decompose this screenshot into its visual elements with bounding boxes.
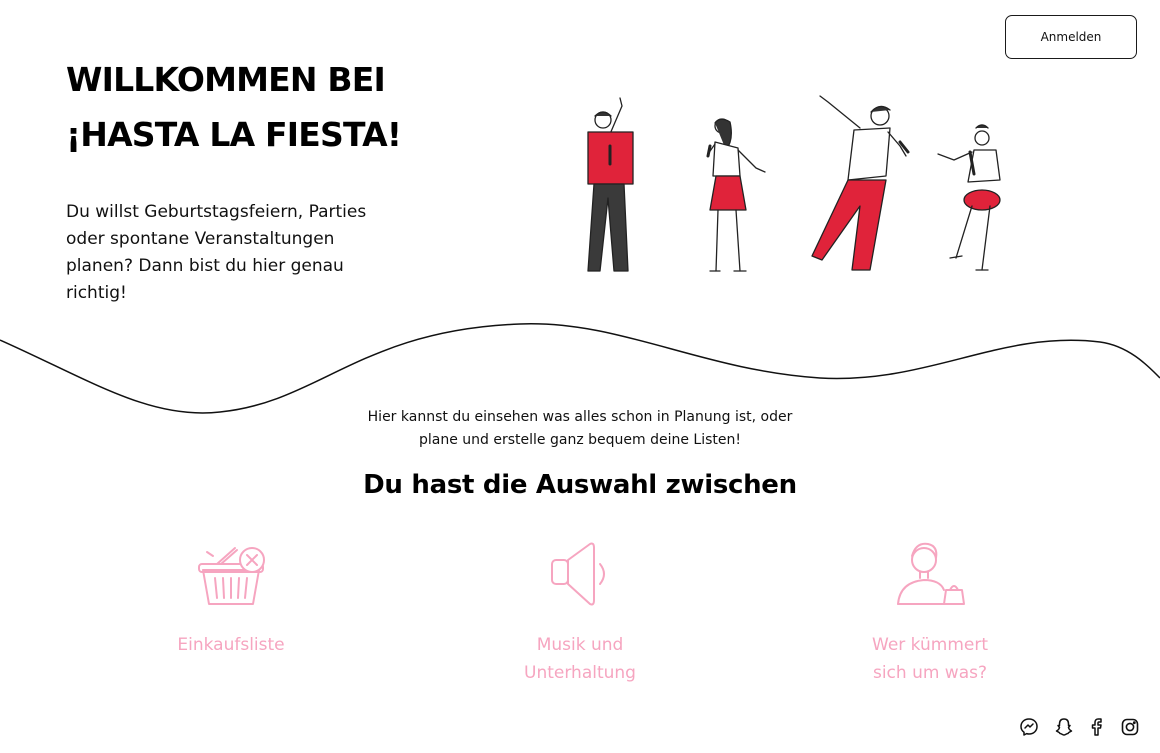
option-shopping-list-label: Einkaufsliste [111,631,351,659]
snapchat-icon[interactable] [1053,716,1075,738]
login-button[interactable]: Anmelden [1005,15,1137,59]
choices-title: Du hast die Auswahl zwischen [363,470,797,500]
singer-3-figure [811,95,910,271]
option-2-line1: Musik und [536,635,624,655]
singer-2-figure [706,118,766,272]
instagram-icon[interactable] [1119,716,1141,738]
option-1-line1: Einkaufsliste [177,635,285,655]
option-music[interactable]: Musik und Unterhaltung [460,538,700,687]
hero-title-line1: WILLKOMMEN BEI [66,60,386,99]
intro-text: Hier kannst du einsehen was alles schon … [300,406,860,452]
option-music-label: Musik und Unterhaltung [460,631,700,687]
option-2-line2: Unterhaltung [524,663,636,683]
singer-1-figure [587,97,634,272]
option-3-line2: sich um was? [872,663,988,683]
singers-illustration [587,95,1001,272]
hero-title-line2: ¡HASTA LA FIESTA! [66,115,402,154]
messenger-icon[interactable] [1018,716,1040,738]
intro-line1: Hier kannst du einsehen was alles schon … [367,409,793,425]
option-shopping-list[interactable]: Einkaufsliste [111,538,351,659]
speaker-icon [551,542,605,606]
person-task-icon [897,542,965,605]
option-who-does-what[interactable]: Wer kümmert sich um was? [810,538,1050,687]
facebook-icon[interactable] [1086,716,1108,738]
option-who-does-what-label: Wer kümmert sich um was? [810,631,1050,687]
shopping-basket-icon [198,547,265,605]
hero-description: Du willst Geburtstagsfeiern, Parties ode… [66,202,367,303]
option-3-line1: Wer kümmert [872,635,988,655]
hero-title: WILLKOMMEN BEI ¡HASTA LA FIESTA! [66,52,466,162]
intro-line2: plane und erstelle ganz bequem deine Lis… [419,432,741,448]
singer-4-figure [937,124,1001,271]
